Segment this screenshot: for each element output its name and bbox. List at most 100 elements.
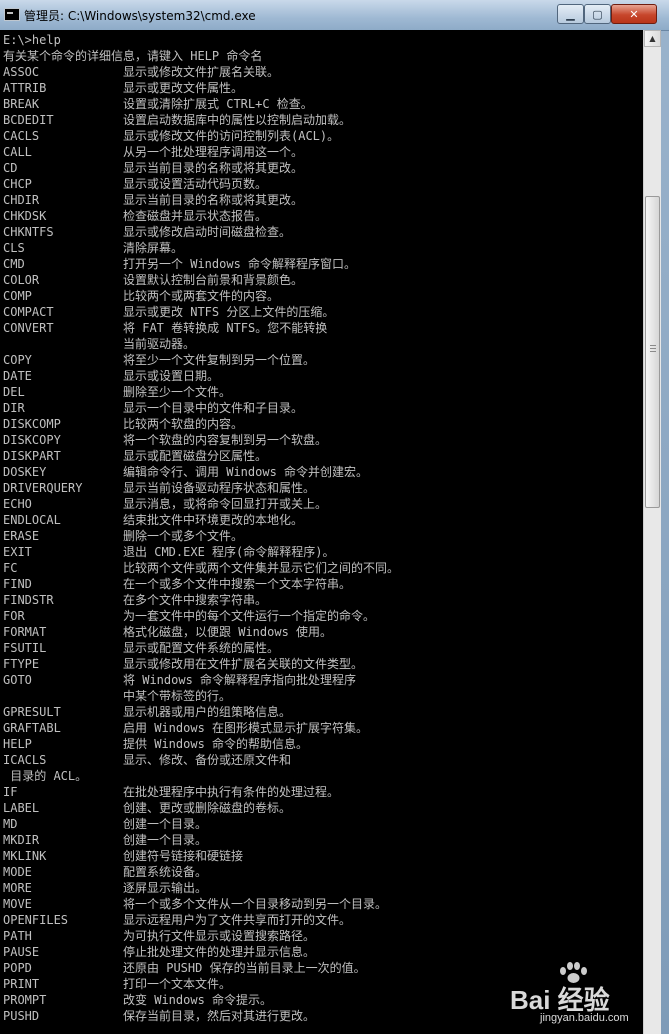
command-description: 设置默认控制台前景和背景颜色。 [123, 273, 304, 287]
command-name: POPD [3, 961, 32, 975]
vertical-scrollbar[interactable]: ▲ [643, 30, 661, 1034]
command-name: COMP [3, 289, 32, 303]
command-description: 在一个或多个文件中搜索一个文本字符串。 [123, 577, 352, 591]
console-line: OPENFILES 显示远程用户为了文件共享而打开的文件。 [3, 912, 399, 928]
console-line: FIND 在一个或多个文件中搜索一个文本字符串。 [3, 576, 399, 592]
baidu-watermark: Bai 经验 jingyan.baidu.com [510, 962, 660, 1028]
command-name: FOR [3, 609, 25, 623]
console-line: COPY 将至少一个文件复制到另一个位置。 [3, 352, 399, 368]
command-name: GRAFTABL [3, 721, 61, 735]
command-description: 为可执行文件显示或设置搜索路径。 [123, 929, 316, 943]
command-name: MKDIR [3, 833, 40, 847]
command-description: 显示或配置磁盘分区属性。 [123, 449, 268, 463]
console-line: E:\>help [3, 33, 61, 47]
console-line: ECHO 显示消息，或将命令回显打开或关上。 [3, 496, 399, 512]
close-button[interactable]: ✕ [611, 4, 657, 24]
command-name: FIND [3, 577, 32, 591]
console-line: 目录的 ACL。 [3, 769, 88, 783]
console-line: CHKNTFS 显示或修改启动时间磁盘检查。 [3, 224, 399, 240]
command-name: CHDIR [3, 193, 40, 207]
command-name: MOVE [3, 897, 32, 911]
console-line: MODE 配置系统设备。 [3, 864, 399, 880]
command-name: PROMPT [3, 993, 47, 1007]
console-line: EXIT 退出 CMD.EXE 程序(命令解释程序)。 [3, 544, 399, 560]
command-description: 将 Windows 命令解释程序指向批处理程序 [123, 673, 357, 687]
command-description: 显示当前目录的名称或将其更改。 [123, 161, 304, 175]
console-line: DISKCOMP 比较两个软盘的内容。 [3, 416, 399, 432]
command-description: 显示或配置文件系统的属性。 [123, 641, 280, 655]
console-line: PATH 为可执行文件显示或设置搜索路径。 [3, 928, 399, 944]
watermark-url: jingyan.baidu.com [540, 1012, 629, 1024]
console-line: FORMAT 格式化磁盘，以便跟 Windows 使用。 [3, 624, 399, 640]
command-name: PATH [3, 929, 32, 943]
window-title: 管理员: C:\Windows\system32\cmd.exe [24, 9, 256, 23]
console-line: GRAFTABL 启用 Windows 在图形模式显示扩展字符集。 [3, 720, 399, 736]
command-name: FC [3, 561, 18, 575]
console-line: CLS 清除屏幕。 [3, 240, 399, 256]
console-line: 有关某个命令的详细信息，请键入 HELP 命令名 [3, 49, 263, 63]
minimize-button[interactable]: ▁ [557, 4, 584, 24]
console-line: ASSOC 显示或修改文件扩展名关联。 [3, 64, 399, 80]
console-line: BREAK 设置或清除扩展式 CTRL+C 检查。 [3, 96, 399, 112]
title-bar[interactable]: 管理员: C:\Windows\system32\cmd.exe ▁ ▢ ✕ [0, 0, 669, 31]
console-line: IF 在批处理程序中执行有条件的处理过程。 [3, 784, 399, 800]
command-name: DATE [3, 369, 32, 383]
console-line: PUSHD 保存当前目录，然后对其进行更改。 [3, 1008, 399, 1024]
command-description: 退出 CMD.EXE 程序(命令解释程序)。 [123, 545, 335, 559]
command-description: 将至少一个文件复制到另一个位置。 [123, 353, 316, 367]
command-name: FSUTIL [3, 641, 47, 655]
command-description: 比较两个文件或两个文件集并显示它们之间的不同。 [123, 561, 400, 575]
command-description: 为一套文件中的每个文件运行一个指定的命令。 [123, 609, 376, 623]
command-description: 显示或更改 NTFS 分区上文件的压缩。 [123, 305, 335, 319]
console-line: COLOR 设置默认控制台前景和背景颜色。 [3, 272, 399, 288]
console-line: ERASE 删除一个或多个文件。 [3, 528, 399, 544]
command-description: 创建、更改或删除磁盘的卷标。 [123, 801, 292, 815]
command-description: 显示、修改、备份或还原文件和 [123, 753, 292, 767]
console-line: DEL 删除至少一个文件。 [3, 384, 399, 400]
console-line: 当前驱动器。 [3, 336, 399, 352]
scroll-up-arrow-icon[interactable]: ▲ [644, 30, 661, 47]
command-description: 创建一个目录。 [123, 833, 208, 847]
command-description: 显示或修改启动时间磁盘检查。 [123, 225, 292, 239]
console-line: MORE 逐屏显示输出。 [3, 880, 399, 896]
command-name: BREAK [3, 97, 40, 111]
command-name: LABEL [3, 801, 40, 815]
command-description: 清除屏幕。 [123, 241, 184, 255]
command-name: ICACLS [3, 753, 47, 767]
command-name: PAUSE [3, 945, 40, 959]
scrollbar-grip-icon [650, 344, 656, 352]
command-name: CLS [3, 241, 25, 255]
console-line: DOSKEY 编辑命令行、调用 Windows 命令并创建宏。 [3, 464, 399, 480]
command-description: 从另一个批处理程序调用这一个。 [123, 145, 304, 159]
command-description: 保存当前目录，然后对其进行更改。 [123, 1009, 316, 1023]
maximize-button[interactable]: ▢ [584, 4, 611, 24]
console-line: CALL 从另一个批处理程序调用这一个。 [3, 144, 399, 160]
command-name: DIR [3, 401, 25, 415]
command-name: GOTO [3, 673, 32, 687]
command-name: MD [3, 817, 18, 831]
command-description: 显示远程用户为了文件共享而打开的文件。 [123, 913, 352, 927]
command-description: 显示或修改文件扩展名关联。 [123, 65, 280, 79]
console-line: LABEL 创建、更改或删除磁盘的卷标。 [3, 800, 399, 816]
console-line: FC 比较两个文件或两个文件集并显示它们之间的不同。 [3, 560, 399, 576]
console-output[interactable]: E:\>help 有关某个命令的详细信息，请键入 HELP 命令名 ASSOC 显示或… [0, 30, 643, 1034]
command-description: 将一个或多个文件从一个目录移动到另一个目录。 [123, 897, 388, 911]
command-description: 创建符号链接和硬链接 [123, 849, 244, 863]
command-description: 显示当前设备驱动程序状态和属性。 [123, 481, 316, 495]
scrollbar-thumb[interactable] [645, 195, 660, 508]
console-line: BCDEDIT 设置启动数据库中的属性以控制启动加载。 [3, 112, 399, 128]
console-line: GPRESULT 显示机器或用户的组策略信息。 [3, 704, 399, 720]
command-name: CHKDSK [3, 209, 47, 223]
command-description: 格式化磁盘，以便跟 Windows 使用。 [123, 625, 333, 639]
console-line: DIR 显示一个目录中的文件和子目录。 [3, 400, 399, 416]
command-name: CD [3, 161, 18, 175]
command-description: 将 FAT 卷转换成 NTFS。您不能转换 [123, 321, 328, 335]
command-description: 改变 Windows 命令提示。 [123, 993, 273, 1007]
command-name: DRIVERQUERY [3, 481, 83, 495]
console-line: FSUTIL 显示或配置文件系统的属性。 [3, 640, 399, 656]
command-name: PRINT [3, 977, 40, 991]
command-description: 显示或更改文件属性。 [123, 81, 244, 95]
command-name: MODE [3, 865, 32, 879]
command-description: 提供 Windows 命令的帮助信息。 [123, 737, 309, 751]
cmd-app-icon[interactable] [4, 8, 20, 21]
